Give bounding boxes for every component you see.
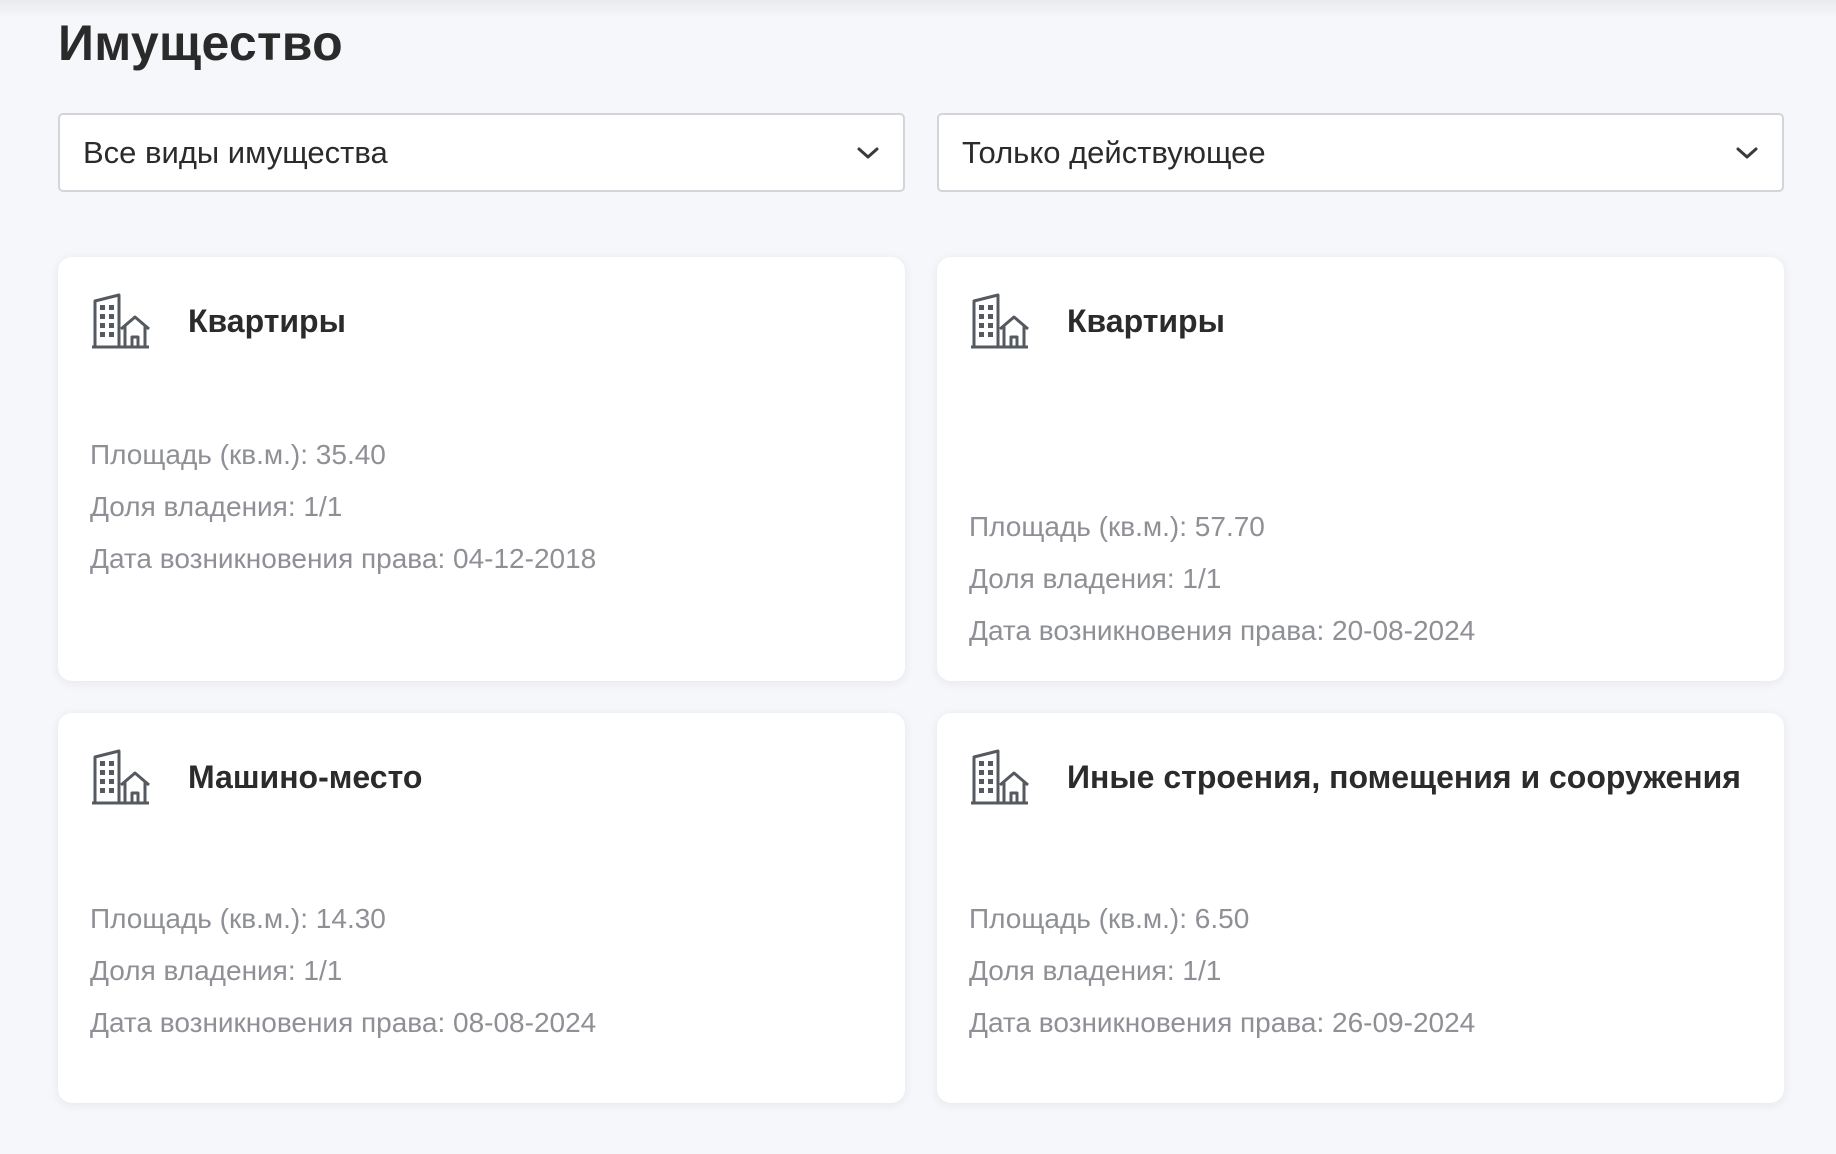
card-header: Иные строения, помещения и сооружения <box>970 749 1741 805</box>
property-status-select-value: Только действующее <box>962 134 1266 170</box>
card-header: Квартиры <box>970 293 1225 349</box>
card-area: Площадь (кв.м.): 6.50 <box>969 903 1250 934</box>
card-date: Дата возникновения права: 26-09-2024 <box>969 1007 1476 1038</box>
property-cards-grid: Квартиры Площадь (кв.м.): 35.40 Доля вла… <box>58 257 1784 1103</box>
card-date: Дата возникновения права: 20-08-2024 <box>969 615 1476 646</box>
card-date: Дата возникновения права: 04-12-2018 <box>90 543 597 574</box>
card-header: Квартиры <box>91 293 346 349</box>
card-title: Иные строения, помещения и сооружения <box>1067 758 1741 795</box>
card-title: Квартиры <box>188 302 346 339</box>
card-share: Доля владения: 1/1 <box>969 563 1222 594</box>
property-page: Имущество Все виды имущества Только дейс… <box>0 0 1836 1154</box>
card-area: Площадь (кв.м.): 14.30 <box>90 903 386 934</box>
card-title: Квартиры <box>1067 302 1225 339</box>
page-title: Имущество <box>58 15 344 71</box>
property-type-select-value: Все виды имущества <box>83 134 388 170</box>
property-card[interactable]: Машино-место Площадь (кв.м.): 14.30 Доля… <box>58 713 905 1103</box>
card-date: Дата возникновения права: 08-08-2024 <box>90 1007 597 1038</box>
card-header: Машино-место <box>91 749 422 805</box>
card-share: Доля владения: 1/1 <box>90 955 343 986</box>
card-details: Площадь (кв.м.): 6.50 Доля владения: 1/1… <box>969 893 1475 1049</box>
building-house-icon <box>92 293 150 349</box>
building-house-icon <box>971 749 1029 805</box>
property-card[interactable]: Квартиры Площадь (кв.м.): 57.70 Доля вла… <box>937 257 1784 681</box>
card-share: Доля владения: 1/1 <box>969 955 1222 986</box>
property-type-select[interactable]: Все виды имущества <box>58 113 905 192</box>
filters-bar: Все виды имущества Только действующее <box>58 113 1784 192</box>
card-area: Площадь (кв.м.): 35.40 <box>90 439 386 470</box>
card-details: Площадь (кв.м.): 35.40 Доля владения: 1/… <box>90 429 596 585</box>
property-status-select[interactable]: Только действующее <box>937 113 1784 192</box>
chevron-down-icon <box>855 140 881 166</box>
building-house-icon <box>92 749 150 805</box>
property-card[interactable]: Иные строения, помещения и сооружения Пл… <box>937 713 1784 1103</box>
card-area: Площадь (кв.м.): 57.70 <box>969 511 1265 542</box>
card-title: Машино-место <box>188 758 423 795</box>
card-details: Площадь (кв.м.): 57.70 Доля владения: 1/… <box>969 501 1475 657</box>
card-share: Доля владения: 1/1 <box>90 491 343 522</box>
property-card[interactable]: Квартиры Площадь (кв.м.): 35.40 Доля вла… <box>58 257 905 681</box>
building-house-icon <box>971 293 1029 349</box>
chevron-down-icon <box>1734 140 1760 166</box>
card-details: Площадь (кв.м.): 14.30 Доля владения: 1/… <box>90 893 596 1049</box>
